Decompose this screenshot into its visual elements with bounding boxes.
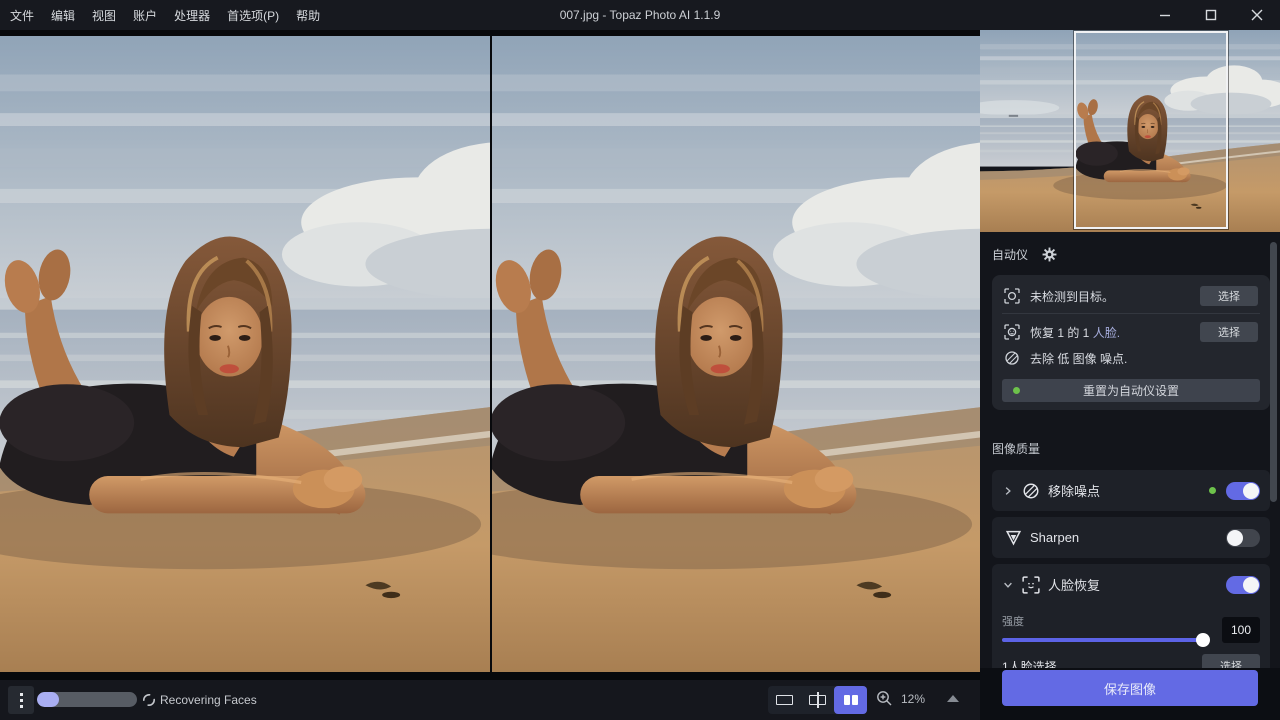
maximize-button[interactable]	[1188, 0, 1234, 30]
toggle-knob	[1243, 577, 1259, 593]
minimize-button[interactable]	[1142, 0, 1188, 30]
select-faces-button[interactable]: 选择	[1202, 654, 1260, 668]
spinner-icon	[142, 693, 156, 707]
strength-slider[interactable]	[1002, 633, 1208, 647]
chevron-right-icon[interactable]	[1002, 485, 1014, 497]
face-recovery-text: 恢复 1 的 1 人脸.	[1030, 324, 1120, 341]
close-icon	[1251, 9, 1263, 21]
reset-autopilot-button[interactable]: 重置为自动仪设置	[1002, 379, 1260, 402]
before-photo	[0, 36, 490, 672]
toggle-knob	[1243, 483, 1259, 499]
zoom-level[interactable]: 12%	[901, 692, 925, 706]
autopilot-row-noise: 去除 低 图像 噪点.	[1002, 345, 1260, 371]
chevron-down-icon[interactable]	[1002, 579, 1014, 591]
menu-account[interactable]: 账户	[133, 7, 157, 24]
navigator-viewport-rect[interactable]	[1074, 31, 1228, 229]
filter-card-face-recovery: 人脸恢复 强度 100 1人脸选择 选择	[992, 564, 1270, 668]
view-mode-group	[768, 686, 867, 714]
panel-scroll-area: 自动仪	[980, 232, 1280, 668]
after-image-panel[interactable]	[492, 36, 980, 672]
menu-edit[interactable]: 编辑	[51, 7, 75, 24]
filter-header-remove-noise[interactable]: 移除噪点	[992, 470, 1270, 511]
filter-label: Sharpen	[1030, 530, 1079, 545]
menu-view[interactable]: 视图	[92, 7, 116, 24]
status-text: Recovering Faces	[160, 693, 257, 707]
menu-help[interactable]: 帮助	[296, 7, 320, 24]
gear-icon[interactable]	[1042, 247, 1057, 262]
autopilot-status-dot	[1013, 387, 1020, 394]
filter-header-face-recovery[interactable]: 人脸恢复	[992, 564, 1270, 605]
filter-card-sharpen: Sharpen	[992, 517, 1270, 558]
zoom-control: 12%	[876, 690, 959, 707]
toggle-knob	[1227, 530, 1243, 546]
select-face-button[interactable]: 选择	[1200, 322, 1258, 342]
autopilot-row-face: 恢复 1 的 1 人脸. 选择	[1002, 319, 1260, 345]
split-view-icon	[809, 692, 826, 708]
minimize-icon	[1159, 9, 1171, 21]
remove-noise-toggle[interactable]	[1226, 482, 1260, 500]
autopilot-row-no-target: 未检测到目标。 选择	[1002, 283, 1260, 309]
image-canvas	[0, 30, 980, 680]
side-by-side-icon	[844, 695, 858, 705]
settings-panel: 自动仪	[980, 30, 1280, 720]
autopilot-card: 未检测到目标。 选择 恢复 1 的 1 人脸. 选择	[992, 275, 1270, 410]
face-selection-row: 1人脸选择 选择	[1002, 653, 1260, 668]
face-selection-label: 1人脸选择	[1002, 658, 1057, 669]
save-image-button[interactable]: 保存图像	[1002, 670, 1258, 706]
title-bar: 文件 编辑 视图 账户 处理器 首选项(P) 帮助 007.jpg - Topa…	[0, 0, 1280, 30]
noise-filter-icon	[1022, 482, 1040, 500]
side-by-side-view-button[interactable]	[834, 686, 867, 714]
menu-preferences[interactable]: 首选项(P)	[227, 7, 279, 24]
progress-bar	[37, 692, 137, 707]
panel-scrollbar[interactable]	[1270, 242, 1277, 502]
filter-card-remove-noise: 移除噪点	[992, 470, 1270, 511]
face-recovery-settings: 强度 100 1人脸选择 选择	[992, 613, 1270, 668]
menu-file[interactable]: 文件	[10, 7, 34, 24]
window-controls	[1142, 0, 1280, 30]
navigator-thumbnail[interactable]	[980, 30, 1280, 232]
face-recovery-icon	[1022, 576, 1040, 594]
slider-fill	[1002, 638, 1208, 642]
save-area: 保存图像	[980, 668, 1280, 720]
progress-fill	[37, 692, 59, 707]
filter-label: 移除噪点	[1048, 481, 1100, 500]
menu-processor[interactable]: 处理器	[174, 7, 210, 24]
queue-menu-button[interactable]	[8, 686, 34, 714]
before-image-panel[interactable]	[0, 36, 490, 672]
app-window: 文件 编辑 视图 账户 处理器 首选项(P) 帮助 007.jpg - Topa…	[0, 0, 1280, 720]
sharpen-toggle[interactable]	[1226, 529, 1260, 547]
menu-bar: 文件 编辑 视图 账户 处理器 首选项(P) 帮助	[0, 7, 320, 24]
image-quality-title: 图像质量	[992, 440, 1270, 457]
split-view-button[interactable]	[801, 686, 834, 714]
filter-header-sharpen[interactable]: Sharpen	[992, 517, 1270, 558]
single-view-icon	[776, 695, 793, 705]
select-target-button[interactable]: 选择	[1200, 286, 1258, 306]
face-count-link[interactable]: 人脸.	[1093, 326, 1120, 340]
autopilot-divider	[1002, 313, 1260, 314]
no-target-text: 未检测到目标。	[1030, 288, 1114, 305]
maximize-icon	[1205, 9, 1217, 21]
face-detect-icon	[1004, 324, 1020, 340]
autopilot-enabled-dot	[1209, 487, 1216, 494]
sharpen-icon	[1005, 529, 1022, 546]
autopilot-title: 自动仪	[992, 246, 1028, 263]
target-icon	[1004, 288, 1020, 304]
filter-label: 人脸恢复	[1048, 575, 1100, 594]
close-button[interactable]	[1234, 0, 1280, 30]
face-recovery-toggle[interactable]	[1226, 576, 1260, 594]
slider-knob[interactable]	[1196, 633, 1210, 647]
status-bar: Recovering Faces 12%	[0, 680, 980, 720]
noise-icon	[1004, 350, 1020, 366]
strength-value-field[interactable]: 100	[1222, 617, 1260, 643]
remove-noise-text: 去除 低 图像 噪点.	[1030, 350, 1127, 367]
zoom-caret-icon[interactable]	[947, 695, 959, 702]
single-view-button[interactable]	[768, 686, 801, 714]
zoom-in-icon[interactable]	[876, 690, 893, 707]
after-photo	[492, 36, 980, 672]
